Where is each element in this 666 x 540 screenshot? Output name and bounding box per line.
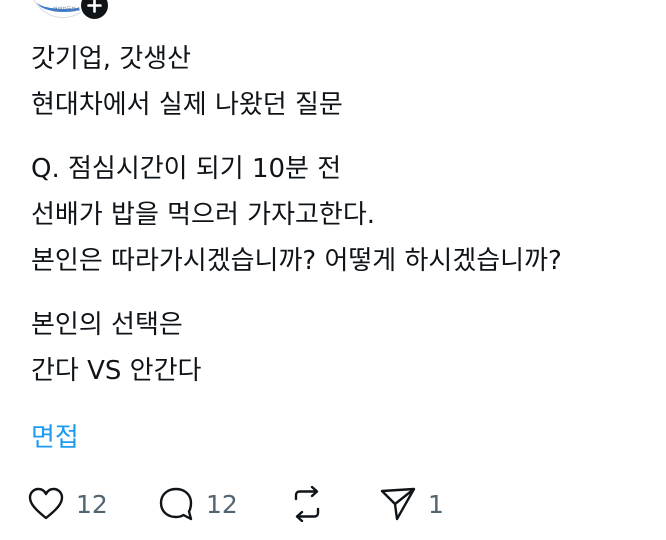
tweet-line-1: 갓기업, 갓생산 — [31, 44, 192, 74]
tweet-line-3: Q. 점심시간이 되기 10분 전 — [31, 154, 342, 184]
retweet-button[interactable] — [288, 482, 326, 526]
reply-button[interactable]: 12 — [158, 482, 238, 526]
plus-icon — [87, 0, 102, 13]
share-button[interactable]: 1 — [380, 482, 444, 526]
tweet-line-6: 본인의 선택은 — [31, 310, 183, 340]
follow-button[interactable] — [79, 0, 110, 21]
hashtag-link[interactable]: 면접 — [31, 418, 79, 458]
share-count: 1 — [428, 489, 444, 519]
reply-icon — [159, 487, 193, 521]
like-count: 12 — [76, 489, 108, 519]
tweet-body: 갓기업, 갓생산 현대차에서 실제 나왔던 질문 Q. 점심시간이 되기 10분… — [31, 36, 562, 394]
tweet-line-5: 본인은 따라가시겠습니까? 어떻게 하시겠습니까? — [31, 246, 562, 276]
send-icon — [380, 487, 416, 521]
reply-count: 12 — [206, 489, 238, 519]
retweet-icon — [294, 486, 320, 522]
like-button[interactable]: 12 — [28, 482, 108, 526]
tweet-line-2: 현대차에서 실제 나왔던 질문 — [31, 90, 343, 120]
heart-icon — [28, 487, 64, 520]
tweet-line-4: 선배가 밥을 먹으러 가자고한다. — [31, 200, 376, 230]
tweet-line-7: 간다 VS 안간다 — [31, 356, 202, 386]
